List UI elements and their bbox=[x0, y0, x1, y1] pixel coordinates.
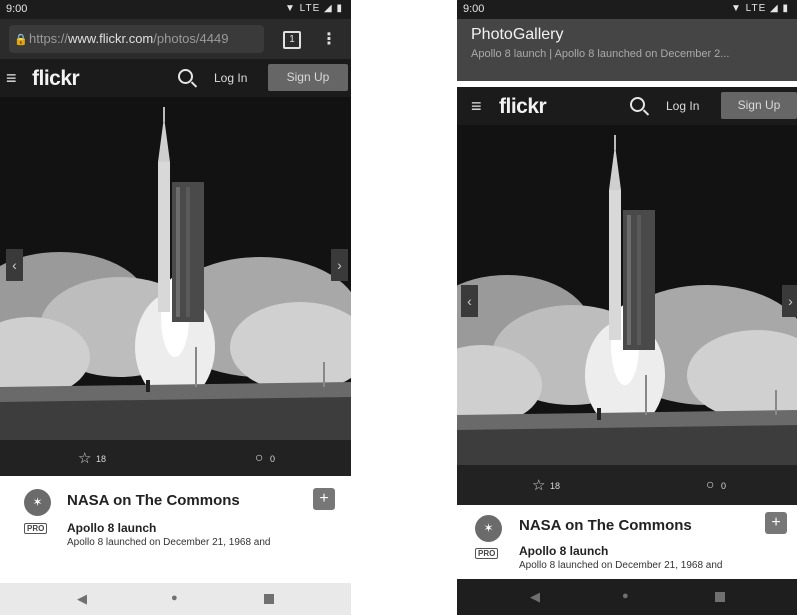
comment-count: 0 bbox=[270, 454, 276, 464]
follow-plus-button[interactable]: + bbox=[313, 488, 335, 510]
follow-plus-button[interactable]: + bbox=[765, 512, 787, 534]
photo-info-panel: ✶ NASA on The Commons + PRO Apollo 8 lau… bbox=[457, 505, 797, 571]
android-nav-bar: ◀ ● bbox=[0, 583, 351, 615]
login-link[interactable]: Log In bbox=[214, 71, 247, 85]
app-subtitle: Apollo 8 launch | Apollo 8 launched on D… bbox=[471, 48, 730, 60]
previous-photo-chevron-left-icon[interactable]: ‹ bbox=[6, 249, 23, 281]
next-photo-chevron-right-icon[interactable]: › bbox=[782, 285, 797, 317]
photo-viewer: ‹ › bbox=[457, 125, 797, 465]
photo-description: Apollo 8 launched on December 21, 1968 a… bbox=[519, 560, 723, 571]
recents-icon[interactable] bbox=[715, 592, 725, 602]
phone-browser: 9:00 ▼ LTE ◢ ▮ 🔒https://www.flickr.com/p… bbox=[0, 0, 351, 615]
fave-count: 18 bbox=[96, 454, 107, 464]
login-link[interactable]: Log In bbox=[666, 99, 699, 113]
fave-star-icon[interactable]: ☆ bbox=[532, 476, 545, 494]
photo-stats-bar: ☆ 18 ○ 0 bbox=[0, 440, 351, 476]
back-icon[interactable]: ◀ bbox=[530, 589, 540, 605]
signup-button[interactable]: Sign Up bbox=[268, 64, 348, 91]
back-icon[interactable]: ◀ bbox=[77, 591, 87, 607]
app-title: PhotoGallery bbox=[471, 26, 564, 43]
rocket-launch-photo bbox=[0, 97, 351, 440]
pro-badge: PRO bbox=[475, 548, 499, 559]
owner-avatar[interactable]: ✶ bbox=[24, 489, 51, 516]
hamburger-menu-icon[interactable]: ≡ bbox=[6, 68, 17, 89]
url-path: /photos/4449 bbox=[153, 31, 229, 46]
overflow-menu-icon[interactable]: ⋮ bbox=[321, 29, 337, 49]
signup-button[interactable]: Sign Up bbox=[721, 92, 797, 119]
photo-title: Apollo 8 launch bbox=[519, 544, 609, 558]
status-bar: 9:00 ▼ LTE ◢ ▮ bbox=[0, 0, 351, 19]
status-indicators: ▼ LTE ◢ ▮ bbox=[284, 3, 343, 14]
android-nav-bar: ◀ ● bbox=[457, 579, 797, 615]
browser-toolbar: 🔒https://www.flickr.com/photos/4449 1 ⋮ bbox=[0, 19, 351, 59]
url-bar[interactable]: 🔒https://www.flickr.com/photos/4449 bbox=[9, 25, 264, 53]
photo-title: Apollo 8 launch bbox=[67, 521, 157, 535]
rocket-launch-photo bbox=[457, 125, 797, 465]
owner-avatar[interactable]: ✶ bbox=[475, 515, 502, 542]
status-time: 9:00 bbox=[463, 3, 485, 15]
owner-name[interactable]: NASA on The Commons bbox=[519, 517, 692, 534]
home-icon[interactable]: ● bbox=[622, 590, 629, 602]
status-indicators: ▼ LTE ◢ ▮ bbox=[730, 3, 789, 14]
pro-badge: PRO bbox=[24, 523, 48, 534]
flickr-logo[interactable]: flickr bbox=[499, 95, 547, 119]
app-toolbar: PhotoGallery Apollo 8 launch | Apollo 8 … bbox=[457, 19, 797, 81]
home-icon[interactable]: ● bbox=[171, 592, 178, 604]
fave-star-icon[interactable]: ☆ bbox=[78, 449, 91, 467]
comment-icon[interactable]: ○ bbox=[255, 449, 263, 465]
url-host: www.flickr.com bbox=[68, 31, 154, 46]
fave-count: 18 bbox=[550, 481, 561, 491]
owner-name[interactable]: NASA on The Commons bbox=[67, 492, 240, 509]
tab-switcher-button[interactable]: 1 bbox=[283, 31, 301, 49]
next-photo-chevron-right-icon[interactable]: › bbox=[331, 249, 348, 281]
comment-icon[interactable]: ○ bbox=[706, 476, 714, 492]
status-bar: 9:00 ▼ LTE ◢ ▮ bbox=[457, 0, 797, 19]
flickr-logo[interactable]: flickr bbox=[32, 67, 80, 91]
lock-icon: 🔒 bbox=[14, 34, 28, 46]
photo-viewer: ‹ › bbox=[0, 97, 351, 440]
recents-icon[interactable] bbox=[264, 594, 274, 604]
search-icon[interactable] bbox=[178, 69, 193, 84]
photo-stats-bar: ☆ 18 ○ 0 bbox=[457, 465, 797, 505]
comment-count: 0 bbox=[721, 481, 727, 491]
url-scheme: https:// bbox=[29, 31, 69, 46]
photo-description: Apollo 8 launched on December 21, 1968 a… bbox=[67, 537, 271, 548]
photo-info-panel: ✶ NASA on The Commons + PRO Apollo 8 lau… bbox=[0, 476, 351, 566]
previous-photo-chevron-left-icon[interactable]: ‹ bbox=[461, 285, 478, 317]
phone-app: 9:00 ▼ LTE ◢ ▮ PhotoGallery Apollo 8 lau… bbox=[457, 0, 797, 615]
status-time: 9:00 bbox=[6, 3, 28, 15]
hamburger-menu-icon[interactable]: ≡ bbox=[471, 96, 482, 117]
search-icon[interactable] bbox=[630, 97, 645, 112]
flickr-nav: ≡ flickr Log In Sign Up bbox=[457, 87, 797, 125]
flickr-nav: ≡ flickr Log In Sign Up bbox=[0, 59, 351, 97]
